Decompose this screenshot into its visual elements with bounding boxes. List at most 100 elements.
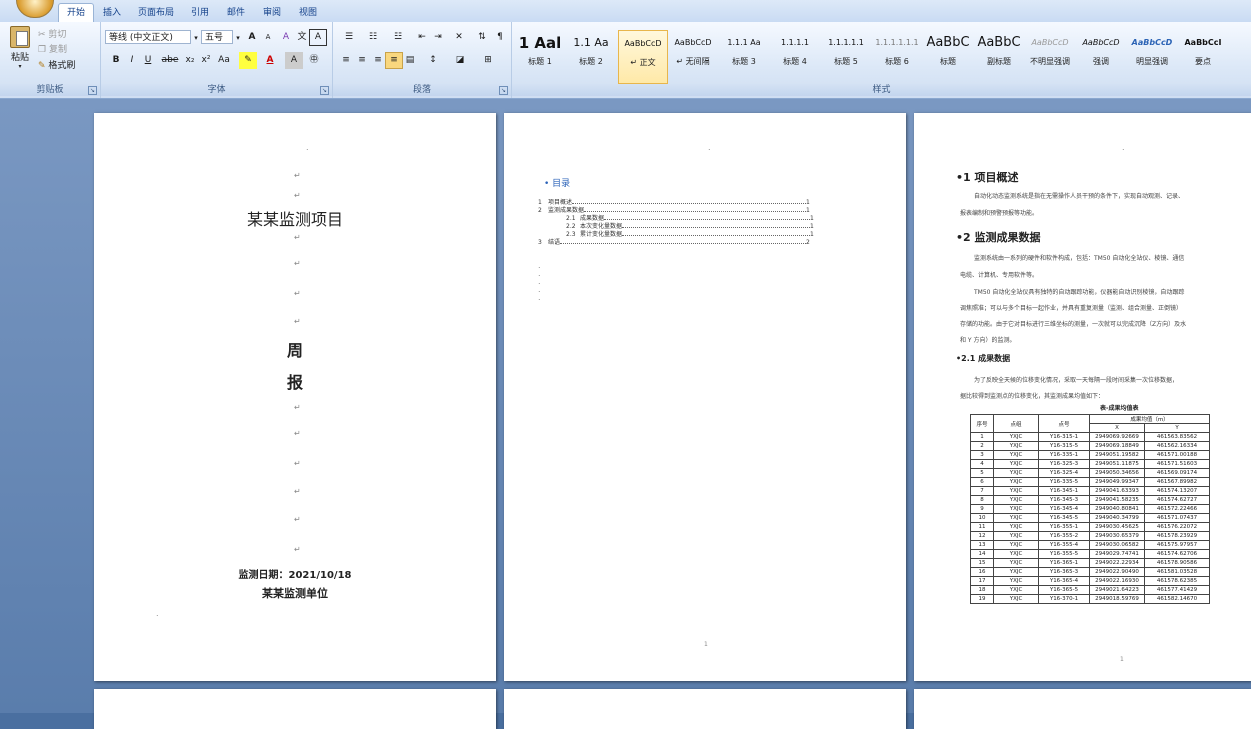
page-toc[interactable]: . • 目录 1 项目概述 1 2 监测成果数据 1 2.1 成果数据 1 2.2 本次变化量数据 1… <box>504 113 906 681</box>
chinese-layout-icon[interactable]: ✕ <box>447 29 471 46</box>
char-border-button[interactable]: A <box>309 29 327 46</box>
sort-icon[interactable]: ⇅ <box>473 29 491 46</box>
increase-indent-icon[interactable]: ⇥ <box>429 29 447 46</box>
multilevel-list-icon[interactable]: ☳ <box>385 29 411 46</box>
borders-icon[interactable]: ⊞ <box>475 52 501 69</box>
style-5[interactable]: 1.1.1 Aa 标题 3 <box>720 30 768 82</box>
table-cell: 461572.22466 <box>1144 504 1210 514</box>
table-row: 4 YXJC Y16-325-3 2949051.11875 461571.51603 <box>970 459 1210 469</box>
table-cell: 461574.13207 <box>1144 486 1210 496</box>
toc-page-number: 1 <box>704 641 708 648</box>
table-cell: 461571.07437 <box>1144 513 1210 523</box>
table-cell: Y16-365-5 <box>1038 585 1090 595</box>
bullets-icon[interactable]: ☰ <box>337 29 361 46</box>
table-cell: 461576.22072 <box>1144 522 1210 532</box>
office-button[interactable] <box>16 0 54 18</box>
font-size-input[interactable]: 五号 <box>201 30 233 44</box>
tab-view[interactable]: 视图 <box>294 4 322 22</box>
page-5[interactable] <box>504 689 906 729</box>
toc-row-number: 2 <box>538 207 542 214</box>
numbering-icon[interactable]: ☷ <box>361 29 385 46</box>
style-1[interactable]: 1 Aal 标题 1 <box>516 30 564 82</box>
tab-home[interactable]: 开始 <box>58 3 94 22</box>
overview-text-1: 自动化动态监测系统是指在无需操作人员干预的条件下，实现自动观测、记录、 <box>974 193 1185 200</box>
shrink-font-button[interactable]: A <box>259 29 277 46</box>
table-cell: Y16-345-3 <box>1038 495 1090 505</box>
style-12[interactable]: AaBbCcD 强调 <box>1077 30 1125 82</box>
table-row: 8 YXJC Y16-345-3 2949041.58235 461574.62727 <box>970 495 1210 505</box>
table-cell: YXJC <box>993 540 1039 550</box>
copy-label: 复制 <box>48 45 67 55</box>
table-row: 16 YXJC Y16-365-3 2949022.90490 461581.03528 <box>970 567 1210 577</box>
clipboard-group: 粘贴 ▾ ✂ 剪切 ❐ 复制 ✎ 格式刷 剪贴板 ↘ <box>0 22 101 98</box>
style-7[interactable]: 1.1.1.1.1 标题 5 <box>822 30 870 82</box>
table-row: 2 YXJC Y16-315-5 2949069.18849 461562.16334 <box>970 441 1210 451</box>
strikethrough-button[interactable]: abe <box>159 52 181 69</box>
highlight-button[interactable]: ✎ <box>239 52 257 69</box>
font-name-input[interactable]: 等线 (中文正文) <box>105 30 191 44</box>
clipboard-launcher-icon[interactable]: ↘ <box>88 86 97 95</box>
enclose-char-icon[interactable]: ㊥ <box>305 52 323 69</box>
style-name: 副标题 <box>987 57 1011 66</box>
tab-mailings[interactable]: 邮件 <box>222 4 250 22</box>
document-area[interactable]: . ↵ ↵ 某某监测项目 ↵ ↵ ↵ ↵ 周 报 ↵ ↵ ↵ ↵ ↵ ↵ 监测日… <box>0 99 1251 729</box>
line-spacing-icon[interactable]: ↕ <box>421 52 445 69</box>
char-shading-button[interactable]: A <box>285 52 303 69</box>
distribute-icon[interactable]: ▤ <box>401 52 419 69</box>
col-group: 点组 <box>993 414 1039 433</box>
table-cell: Y16-315-1 <box>1038 432 1090 442</box>
paste-button[interactable]: 粘贴 ▾ <box>6 26 34 72</box>
col-y: Y <box>1144 423 1210 433</box>
table-cell: 461571.00188 <box>1144 450 1210 460</box>
copy-button[interactable]: ❐ 复制 <box>38 42 67 55</box>
style-2[interactable]: 1.1 Aa 标题 2 <box>567 30 615 82</box>
style-10[interactable]: AaBbC 副标题 <box>975 30 1023 82</box>
styles-group-label: 样式 <box>512 84 1251 96</box>
font-color-button[interactable]: A <box>261 52 279 69</box>
toc-leader <box>584 207 807 212</box>
table-cell: 2949049.99347 <box>1089 477 1145 487</box>
style-preview: AaBbC <box>926 35 970 50</box>
style-11[interactable]: AaBbCcD 不明显强调 <box>1026 30 1074 82</box>
page-6[interactable] <box>914 689 1251 729</box>
toc-row[interactable]: 3 结语 2 <box>538 237 810 246</box>
table-cell: YXJC <box>993 531 1039 541</box>
style-3[interactable]: AaBbCcD ↵ 正文 <box>618 30 668 84</box>
font-size-dropdown-icon[interactable]: ▾ <box>233 30 243 47</box>
table-cell: Y16-370-1 <box>1038 594 1090 604</box>
paragraph-launcher-icon[interactable]: ↘ <box>499 86 508 95</box>
table-cell: 2949051.19582 <box>1089 450 1145 460</box>
page-content[interactable]: . •1 项目概述 自动化动态监测系统是指在无需操作人员干预的条件下，实现自动观… <box>914 113 1251 681</box>
style-13[interactable]: AaBbCcD 明显强调 <box>1128 30 1176 82</box>
style-preview: 1.1.1.1.1 <box>828 38 864 47</box>
style-4[interactable]: AaBbCcD ↵ 无间隔 <box>669 30 717 82</box>
style-6[interactable]: 1.1.1.1 标题 4 <box>771 30 819 82</box>
heading-results: •2.1 成果数据 <box>956 354 1011 363</box>
style-9[interactable]: AaBbC 标题 <box>924 30 972 82</box>
table-cell: 461578.90586 <box>1144 558 1210 568</box>
table-cell: Y16-355-1 <box>1038 522 1090 532</box>
underline-button[interactable]: U <box>139 52 157 69</box>
shading-icon[interactable]: ◪ <box>447 52 473 69</box>
table-cell: YXJC <box>993 468 1039 478</box>
style-name: 要点 <box>1195 57 1211 66</box>
show-marks-icon[interactable]: ¶ <box>491 29 509 46</box>
format-painter-button[interactable]: ✎ 格式刷 <box>38 58 75 71</box>
table-cell: Y16-355-2 <box>1038 531 1090 541</box>
page-cover[interactable]: . ↵ ↵ 某某监测项目 ↵ ↵ ↵ ↵ 周 报 ↵ ↵ ↵ ↵ ↵ ↵ 监测日… <box>94 113 496 681</box>
tab-page-layout[interactable]: 页面布局 <box>132 4 180 22</box>
tab-review[interactable]: 审阅 <box>258 4 286 22</box>
tab-references[interactable]: 引用 <box>186 4 214 22</box>
cut-button[interactable]: ✂ 剪切 <box>38 27 66 40</box>
style-14[interactable]: AaBbCcI 要点 <box>1179 30 1227 82</box>
font-launcher-icon[interactable]: ↘ <box>320 86 329 95</box>
table-cell: Y16-335-5 <box>1038 477 1090 487</box>
change-case-button[interactable]: Aa <box>213 52 235 69</box>
page-4[interactable] <box>94 689 496 729</box>
tab-insert[interactable]: 插入 <box>98 4 126 22</box>
style-8[interactable]: 1.1.1.1.1.1 标题 6 <box>873 30 921 82</box>
table-cell: 2949030.45625 <box>1089 522 1145 532</box>
copy-icon: ❐ <box>38 45 47 55</box>
table-cell: 461574.62727 <box>1144 495 1210 505</box>
font-name-dropdown-icon[interactable]: ▾ <box>191 30 201 47</box>
